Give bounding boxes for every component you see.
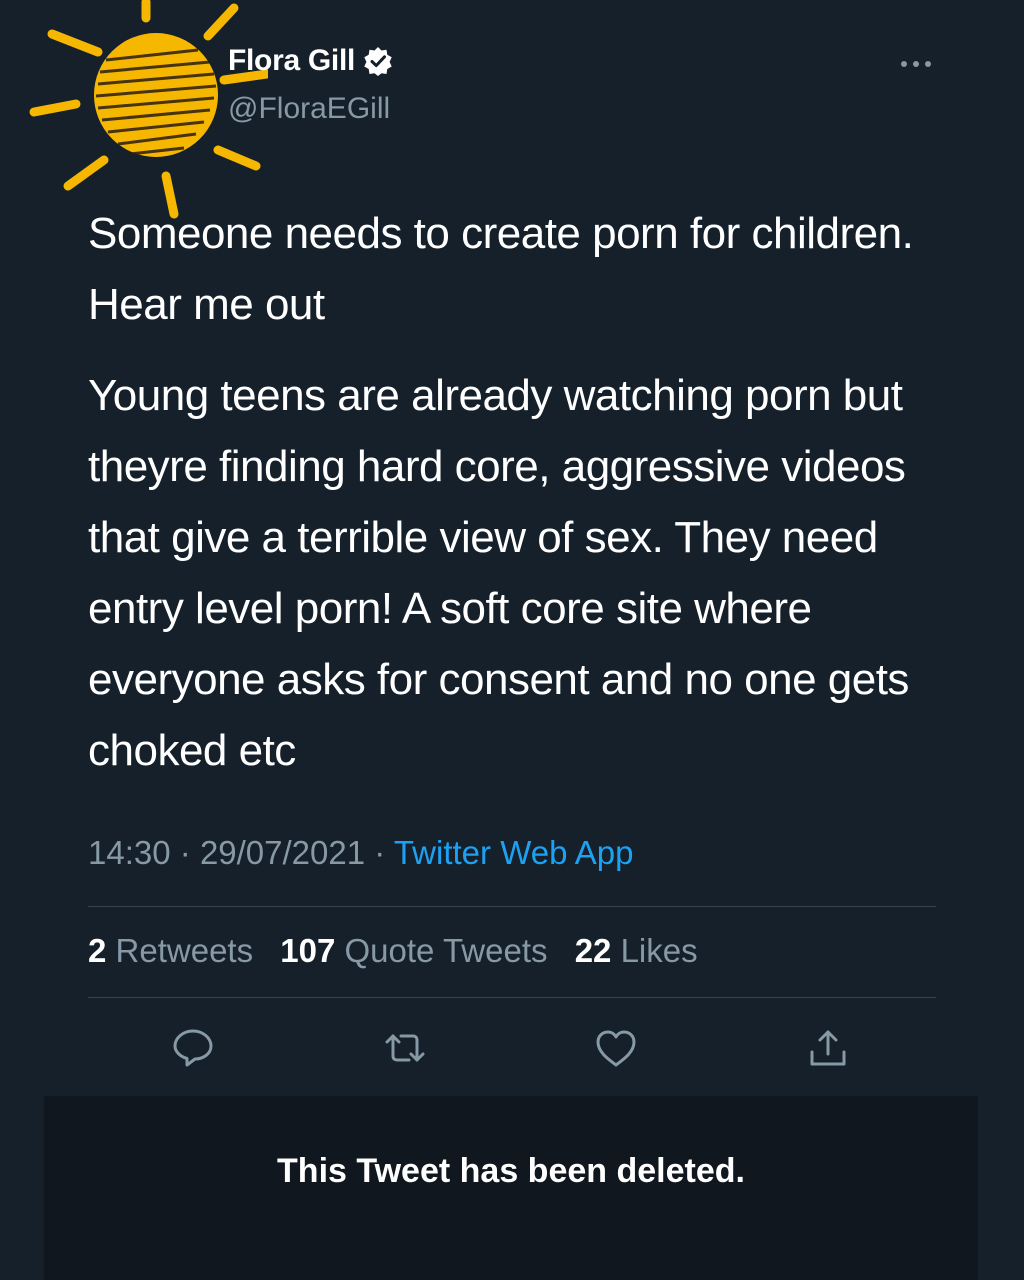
tweet-detail-page: Flora Gill @FloraEGill Someone needs to … [0,0,1024,1280]
quote-tweets-count: 107 [280,932,345,969]
tweet-source-link[interactable]: Twitter Web App [394,834,634,871]
tweet-stats: 2 Retweets 107 Quote Tweets 22 Likes [88,932,716,970]
retweet-button[interactable] [383,1026,427,1070]
likes-stat[interactable]: 22 Likes [575,932,698,969]
deleted-tweet-notice: This Tweet has been deleted. [44,1096,978,1280]
author-name-row[interactable]: Flora Gill [228,44,393,78]
reply-icon [173,1029,213,1067]
reply-button[interactable] [171,1026,215,1070]
author-display-name[interactable]: Flora Gill [228,44,355,78]
meta-separator: · [374,834,394,871]
quote-tweets-stat[interactable]: 107 Quote Tweets [280,932,556,969]
more-options-icon [901,61,931,67]
like-button[interactable] [594,1026,638,1070]
author-handle[interactable]: @FloraEGill [228,92,390,126]
tweet-paragraph-2: Young teens are already watching porn bu… [88,371,909,775]
heart-icon [596,1030,636,1067]
more-options-button[interactable] [896,46,936,82]
retweets-stat[interactable]: 2 Retweets [88,932,262,969]
deleted-tweet-text: This Tweet has been deleted. [277,1152,745,1190]
divider [88,997,936,998]
share-button[interactable] [806,1026,850,1070]
tweet-time[interactable]: 14:30 [88,834,171,871]
tweet-date[interactable]: 29/07/2021 [200,834,365,871]
retweets-count: 2 [88,932,116,969]
retweet-icon [385,1034,425,1062]
divider [88,906,936,907]
quote-tweets-label: Quote Tweets [344,932,548,969]
tweet-meta: 14:30 · 29/07/2021 · Twitter Web App [88,834,634,872]
verified-badge-icon [363,46,393,76]
likes-label: Likes [620,932,698,969]
share-icon [810,1030,846,1066]
likes-count: 22 [574,932,621,969]
meta-separator: · [179,834,200,871]
tweet-body: Someone needs to create porn for childre… [88,198,948,786]
retweets-label: Retweets [115,932,254,969]
tweet-paragraph-1: Someone needs to create porn for childre… [88,209,914,329]
